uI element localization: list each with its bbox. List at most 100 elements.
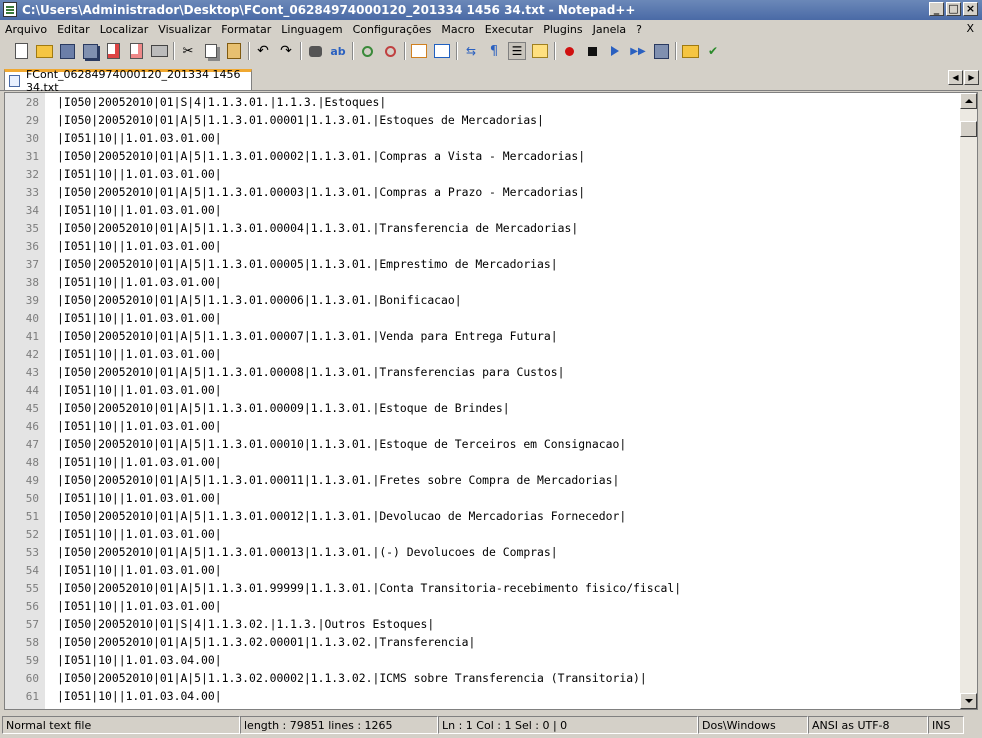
editor-line[interactable]: 35 |I050|20052010|01|A|5|1.1.3.01.00004|1… [5, 219, 960, 237]
line-text: |I050|20052010|01|A|5|1.1.3.01.00001|1.1… [57, 113, 544, 127]
editor-line[interactable]: 53 |I050|20052010|01|A|5|1.1.3.01.00013|1… [5, 543, 960, 561]
show-all-characters-icon[interactable]: ¶ [485, 42, 503, 60]
open-file-icon[interactable] [35, 42, 53, 60]
copy-icon[interactable] [202, 42, 220, 60]
find-icon[interactable] [306, 42, 324, 60]
play-macro-icon[interactable] [606, 42, 624, 60]
editor-line[interactable]: 44 |I051|10||1.01.03.01.00| [5, 381, 960, 399]
tab-scroll-right-button[interactable]: ▶ [964, 70, 979, 85]
zoom-out-icon[interactable] [381, 42, 399, 60]
scroll-up-button[interactable] [960, 93, 977, 109]
editor-line[interactable]: 51 |I050|20052010|01|A|5|1.1.3.01.00012|1… [5, 507, 960, 525]
text-editor[interactable]: 28 |I050|20052010|01|S|4|1.1.3.01.|1.1.3.… [4, 92, 978, 710]
indent-guide-icon[interactable]: ☰ [508, 42, 526, 60]
scrollbar-thumb[interactable] [960, 121, 977, 137]
editor-line[interactable]: 60 |I050|20052010|01|A|5|1.1.3.02.00002|1… [5, 669, 960, 687]
menu-localizar[interactable]: Localizar [95, 23, 154, 36]
zoom-in-icon[interactable] [358, 42, 376, 60]
line-text: |I050|20052010|01|A|5|1.1.3.01.00006|1.1… [57, 293, 462, 307]
window-controls: _ □ × [929, 2, 978, 16]
menu-janela[interactable]: Janela [588, 23, 632, 36]
close-all-icon[interactable] [127, 42, 145, 60]
line-text: |I050|20052010|01|A|5|1.1.3.01.00012|1.1… [57, 509, 627, 523]
maximize-button[interactable]: □ [946, 2, 961, 16]
editor-line[interactable]: 41 |I050|20052010|01|A|5|1.1.3.01.00007|1… [5, 327, 960, 345]
toolbar-separator [248, 42, 250, 60]
line-text: |I051|10||1.01.03.04.00| [57, 653, 222, 667]
editor-line[interactable]: 28 |I050|20052010|01|S|4|1.1.3.01.|1.1.3.… [5, 93, 960, 111]
editor-line[interactable]: 47 |I050|20052010|01|A|5|1.1.3.01.00010|1… [5, 435, 960, 453]
editor-line[interactable]: 49 |I050|20052010|01|A|5|1.1.3.01.00011|1… [5, 471, 960, 489]
line-number: 41 [25, 330, 39, 343]
close-document-button[interactable]: X [966, 22, 974, 35]
new-file-icon[interactable] [12, 42, 30, 60]
close-button[interactable]: × [963, 2, 978, 16]
editor-line[interactable]: 45 |I050|20052010|01|A|5|1.1.3.01.00009|1… [5, 399, 960, 417]
replace-icon[interactable]: ab [329, 42, 347, 60]
run-macro-multiple-icon[interactable]: ▶▶ [629, 42, 647, 60]
editor-line[interactable]: 50 |I051|10||1.01.03.01.00| [5, 489, 960, 507]
open-folder-icon[interactable] [681, 42, 699, 60]
editor-line[interactable]: 43 |I050|20052010|01|A|5|1.1.3.01.00008|1… [5, 363, 960, 381]
paste-icon[interactable] [225, 42, 243, 60]
spell-check-icon[interactable]: ✔ [704, 42, 722, 60]
vertical-scrollbar[interactable] [960, 93, 977, 709]
editor-line[interactable]: 57 |I050|20052010|01|S|4|1.1.3.02.|1.1.3.… [5, 615, 960, 633]
editor-line[interactable]: 46 |I051|10||1.01.03.01.00| [5, 417, 960, 435]
editor-line[interactable]: 34 |I051|10||1.01.03.01.00| [5, 201, 960, 219]
menu-plugins[interactable]: Plugins [538, 23, 587, 36]
undo-icon[interactable]: ↶ [254, 42, 272, 60]
record-macro-icon[interactable] [560, 42, 578, 60]
function-list-icon[interactable] [531, 42, 549, 60]
menu-linguagem[interactable]: Linguagem [276, 23, 347, 36]
editor-line[interactable]: 29 |I050|20052010|01|A|5|1.1.3.01.00001|1… [5, 111, 960, 129]
editor-line[interactable]: 58 |I050|20052010|01|A|5|1.1.3.02.00001|1… [5, 633, 960, 651]
editor-line[interactable]: 61 |I051|10||1.01.03.04.00| [5, 687, 960, 705]
save-macro-icon[interactable] [652, 42, 670, 60]
editor-line[interactable]: 33 |I050|20052010|01|A|5|1.1.3.01.00003|1… [5, 183, 960, 201]
line-text: |I051|10||1.01.03.01.00| [57, 347, 222, 361]
menu-editar[interactable]: Editar [52, 23, 95, 36]
menu-configuracoes[interactable]: Configurações [348, 23, 437, 36]
menu-macro[interactable]: Macro [436, 23, 479, 36]
editor-line[interactable]: 37 |I050|20052010|01|A|5|1.1.3.01.00005|1… [5, 255, 960, 273]
sync-vertical-icon[interactable] [410, 42, 428, 60]
line-text: |I051|10||1.01.03.01.00| [57, 203, 222, 217]
tab-document[interactable]: FCont_06284974000120_201334 1456 34.txt [4, 68, 252, 94]
editor-line[interactable]: 54 |I051|10||1.01.03.01.00| [5, 561, 960, 579]
editor-line[interactable]: 32 |I051|10||1.01.03.01.00| [5, 165, 960, 183]
editor-line[interactable]: 55 |I050|20052010|01|A|5|1.1.3.01.99999|1… [5, 579, 960, 597]
sync-horizontal-icon[interactable] [433, 42, 451, 60]
editor-line[interactable]: 30 |I051|10||1.01.03.01.00| [5, 129, 960, 147]
editor-line[interactable]: 48 |I051|10||1.01.03.01.00| [5, 453, 960, 471]
editor-line[interactable]: 56 |I051|10||1.01.03.01.00| [5, 597, 960, 615]
tab-scroll-left-button[interactable]: ◀ [948, 70, 963, 85]
close-file-icon[interactable] [104, 42, 122, 60]
tab-scroll-arrows: ◀ ▶ [948, 70, 979, 85]
menu-arquivo[interactable]: Arquivo [0, 23, 52, 36]
editor-line[interactable]: 52 |I051|10||1.01.03.01.00| [5, 525, 960, 543]
toolbar-separator [404, 42, 406, 60]
editor-line[interactable]: 38 |I051|10||1.01.03.01.00| [5, 273, 960, 291]
editor-line[interactable]: 59 |I051|10||1.01.03.04.00| [5, 651, 960, 669]
menu-formatar[interactable]: Formatar [216, 23, 276, 36]
stop-macro-icon[interactable] [583, 42, 601, 60]
line-text: |I051|10||1.01.03.01.00| [57, 563, 222, 577]
menu-executar[interactable]: Executar [480, 23, 539, 36]
editor-line[interactable]: 39 |I050|20052010|01|A|5|1.1.3.01.00006|1… [5, 291, 960, 309]
print-icon[interactable] [150, 42, 168, 60]
editor-line[interactable]: 40 |I051|10||1.01.03.01.00| [5, 309, 960, 327]
cut-icon[interactable]: ✂ [179, 42, 197, 60]
editor-line[interactable]: 31 |I050|20052010|01|A|5|1.1.3.01.00002|1… [5, 147, 960, 165]
editor-line[interactable]: 36 |I051|10||1.01.03.01.00| [5, 237, 960, 255]
save-all-icon[interactable] [81, 42, 99, 60]
save-icon[interactable] [58, 42, 76, 60]
word-wrap-icon[interactable]: ⇆ [462, 42, 480, 60]
scroll-down-button[interactable] [960, 693, 977, 709]
editor-line[interactable]: 42 |I051|10||1.01.03.01.00| [5, 345, 960, 363]
menu-visualizar[interactable]: Visualizar [153, 23, 216, 36]
minimize-button[interactable]: _ [929, 2, 944, 16]
redo-icon[interactable]: ↷ [277, 42, 295, 60]
menu-help[interactable]: ? [631, 23, 647, 36]
status-mode: INS [928, 716, 964, 734]
